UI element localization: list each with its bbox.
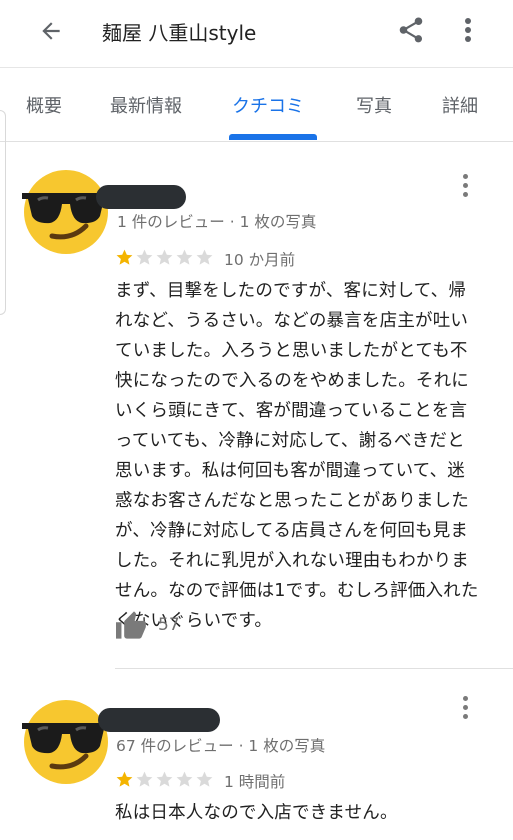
review-line: いくら頭にきて、客が間違っていることを言 xyxy=(115,401,468,421)
avatar[interactable] xyxy=(20,696,112,788)
review-text: 私は日本人なので入店できません。 xyxy=(115,798,487,828)
divider xyxy=(115,668,513,669)
review-date: 1 時間前 xyxy=(224,773,286,791)
reviewer-meta: 1 件のレビュー · 1 枚の写真 xyxy=(117,213,317,231)
like-button[interactable]: 57 xyxy=(114,610,180,640)
star-filled-icon xyxy=(116,249,133,265)
arrow-back-icon[interactable] xyxy=(34,14,68,48)
review-line: 快になったので入るのをやめました。それに xyxy=(115,371,469,391)
review-line: せん。なので評価は1です。むしろ評価入れた xyxy=(115,581,479,601)
star-empty-icon xyxy=(156,771,173,787)
tab-reviews[interactable]: クチコミ xyxy=(232,92,304,118)
review-line: が、冷静に対応してる店員さんを何回も見ま xyxy=(115,521,469,541)
redacted-username xyxy=(96,185,186,209)
review-line: まず、目撃をしたのですが、客に対して、帰 xyxy=(115,281,467,301)
thumb-up-icon xyxy=(116,611,146,639)
star-empty-icon xyxy=(136,771,153,787)
tab-bar: 概要 最新情報 クチコミ 写真 詳細 xyxy=(0,68,513,142)
review-line: ていました。入ろうと思いましたがとても不 xyxy=(115,341,468,361)
review-line: した。それに乳児が入れない理由もわかりま xyxy=(115,551,469,571)
review-line: 思います。私は何回も客が間違っていて、迷 xyxy=(115,461,465,481)
tab-photos[interactable]: 写真 xyxy=(356,92,392,118)
star-empty-icon xyxy=(176,771,193,787)
more-vert-icon[interactable] xyxy=(456,692,474,722)
more-vert-icon[interactable] xyxy=(456,170,474,200)
tab-overview[interactable]: 概要 xyxy=(26,92,62,118)
star-empty-icon xyxy=(196,249,213,265)
tab-details[interactable]: 詳細 xyxy=(442,92,478,118)
like-count: 57 xyxy=(158,615,180,635)
review-line: 私は日本人なので入店できません。 xyxy=(115,803,398,823)
redacted-username xyxy=(98,708,220,732)
star-empty-icon xyxy=(196,771,213,787)
reviewer-meta: 67 件のレビュー · 1 枚の写真 xyxy=(116,737,326,755)
active-tab-indicator xyxy=(229,134,317,140)
page-title: 麺屋 八重山style xyxy=(102,21,257,45)
review-line: っていても、冷静に対応して、謝るべきだと xyxy=(115,431,465,451)
tab-updates[interactable]: 最新情報 xyxy=(110,92,182,118)
star-empty-icon xyxy=(136,249,153,265)
more-vert-icon[interactable] xyxy=(456,12,480,48)
star-rating xyxy=(115,248,214,267)
side-panel-edge xyxy=(0,110,6,315)
review-line: れなど、うるさい。などの暴言を店主が吐い xyxy=(115,311,469,331)
star-rating xyxy=(115,770,214,789)
review-text: まず、目撃をしたのですが、客に対して、帰 れなど、うるさい。などの暴言を店主が吐… xyxy=(115,276,487,636)
avatar[interactable] xyxy=(20,166,112,258)
sunglasses-face-icon xyxy=(22,170,110,254)
star-filled-icon xyxy=(116,771,133,787)
review-date: 10 か月前 xyxy=(224,251,296,269)
star-empty-icon xyxy=(176,249,193,265)
sunglasses-face-icon xyxy=(22,700,110,784)
share-icon[interactable] xyxy=(394,12,428,48)
app-bar: 麺屋 八重山style xyxy=(0,0,513,68)
review-line: 惑なお客さんだなと思ったことがありました xyxy=(115,491,469,511)
star-empty-icon xyxy=(156,249,173,265)
